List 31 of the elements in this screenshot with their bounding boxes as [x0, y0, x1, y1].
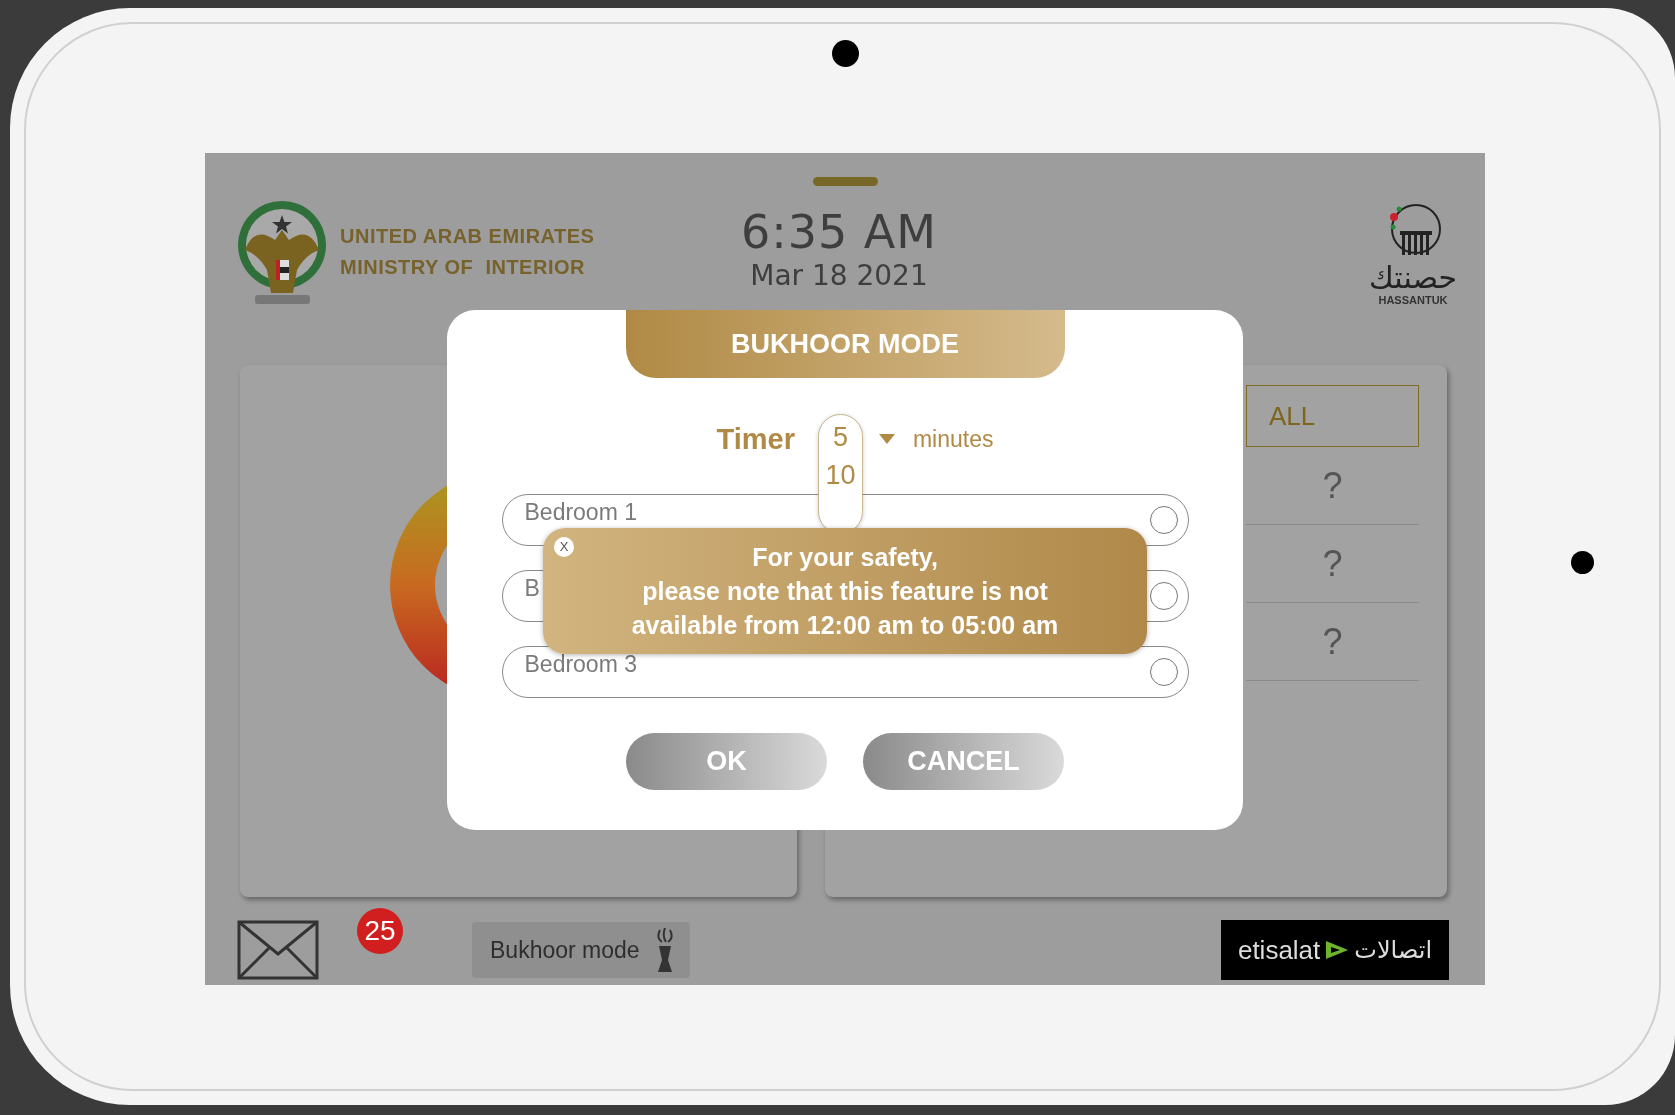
unread-count-badge: 25 — [357, 908, 403, 954]
close-button[interactable]: X — [554, 537, 574, 557]
unknown-status: ? — [1322, 542, 1343, 585]
room-name: Bedroom 1 — [524, 499, 637, 525]
dialog-button[interactable]: CANCEL — [863, 733, 1064, 790]
timer-option[interactable]: 10 — [825, 459, 856, 491]
unknown-status: ? — [1322, 464, 1343, 507]
brand-name: HASSANTUK — [1378, 293, 1448, 307]
bukhoor-mode-button[interactable]: Bukhoor mode — [472, 922, 690, 978]
unit-label: minutes — [912, 425, 994, 453]
timer-value[interactable]: 5 — [833, 421, 848, 453]
safety-message: For your safety, please note that this feature is not available from 12:00 am to 05:00 am — [631, 542, 1059, 641]
clock-date: Mar 18 2021 — [750, 259, 928, 293]
dialog-title: BUKHOOR MODE — [625, 310, 1065, 378]
envelope-icon[interactable] — [237, 920, 319, 980]
unknown-status: ? — [1322, 620, 1343, 663]
operator-arabic-name: اتصالات — [1354, 936, 1433, 964]
operator-latin-name: etisalat — [1237, 934, 1321, 966]
sensor-dot — [1571, 551, 1594, 574]
all-button[interactable]: ALL — [1246, 385, 1419, 447]
brand-arabic-name: حصنتك — [1369, 263, 1457, 293]
timer-label: Timer — [716, 422, 795, 456]
caret-icon[interactable] — [878, 434, 895, 444]
room-name: B — [524, 575, 540, 601]
ministry-name: UNITED ARAB EMIRATES — [340, 225, 595, 248]
drag-handle[interactable] — [812, 177, 878, 186]
camera-dot — [832, 40, 859, 67]
ministry-name: MINISTRY OF INTERIOR — [340, 256, 586, 279]
clock-time: 6:35 AM — [740, 205, 938, 259]
dialog-button[interactable]: OK — [626, 733, 827, 790]
room-name: Bedroom 3 — [524, 651, 637, 677]
